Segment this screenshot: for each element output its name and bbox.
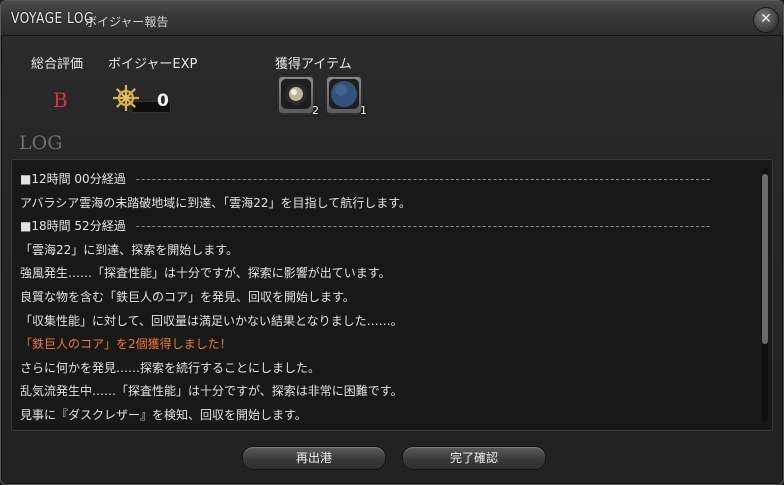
ship-wheel-icon — [113, 85, 139, 111]
title-bar[interactable]: VOYAGE LOG ボイジャー報告 ✕ — [1, 1, 783, 36]
finalize-button[interactable]: 完了確認 — [402, 446, 546, 470]
log-line-text: 「雲海22」に到達、探索を開始します。 — [20, 242, 239, 257]
item-slot-2[interactable]: 1 — [324, 74, 367, 117]
log-line: さらに何かを発見……探索を続行することにしました。 — [20, 357, 740, 381]
grade-label: 総合評価 — [31, 57, 84, 72]
exp-label: ボイジャーEXP — [108, 57, 198, 72]
blue-orb-item-icon — [331, 81, 357, 107]
close-icon: ✕ — [760, 11, 772, 27]
log-divider: ----------------------------------------… — [135, 172, 712, 186]
log-line: 「収集性能」に対して、回収量は満足いかない結果となりました……。 — [20, 310, 740, 334]
pearl-item-icon — [285, 83, 307, 105]
redeploy-button[interactable]: 再出港 — [242, 446, 386, 470]
log-line-text: 「鉄巨人のコア」を2個獲得しました！ — [20, 337, 232, 352]
log-panel[interactable]: ■12時間 00分経過 -----------------------------… — [11, 159, 773, 431]
log-line-text: 強風発生……「探査性能」は十分ですが、探索に影響が出ています。 — [20, 266, 391, 281]
grade-value: B — [53, 88, 68, 112]
log-scrollbar[interactable] — [762, 168, 768, 422]
item-slot-1[interactable]: 2 — [276, 74, 319, 117]
log-line: 乱気流発生中……「探査性能」は十分ですが、探索は非常に困難です。 — [20, 380, 740, 404]
log-line: 「鉄巨人のコア」を2個獲得しました！ — [20, 333, 740, 357]
item-slot-2-frame — [329, 79, 359, 109]
exp-value: 0 — [157, 91, 169, 111]
log-line: アバラシア雲海の未踏破地域に到達、「雲海22」を目指して航行します。 — [20, 192, 740, 216]
close-button[interactable]: ✕ — [753, 7, 779, 33]
log-line-text: ■18時間 52分経過 — [20, 219, 126, 234]
item-count-1: 2 — [312, 104, 319, 117]
log-scroll-thumb[interactable] — [762, 174, 768, 344]
log-lines: ■12時間 00分経過 -----------------------------… — [20, 168, 740, 428]
log-line: 強風発生……「探査性能」は十分ですが、探索に影響が出ています。 — [20, 262, 740, 286]
log-line-text: アバラシア雲海の未踏破地域に到達、「雲海22」を目指して航行します。 — [20, 195, 411, 210]
log-line-text: ■12時間 00分経過 — [20, 172, 126, 186]
log-time-header: ■18時間 52分経過 -----------------------------… — [20, 215, 740, 239]
items-label: 獲得アイテム — [275, 57, 352, 72]
voyage-log-window: VOYAGE LOG ボイジャー報告 ✕ 総合評価 B ボイジャーEXP 0 獲… — [0, 0, 784, 485]
log-line-text: 見事に『ダスクレザー』を検知、回収を開始します。 — [20, 407, 307, 422]
log-heading: LOG — [19, 132, 63, 154]
log-line-text: 「収集性能」に対して、回収量は満足いかない結果となりました……。 — [20, 313, 403, 328]
log-line: 見事に『ダスクレザー』を検知、回収を開始します。 — [20, 404, 740, 428]
log-line: 「雲海22」に到達、探索を開始します。 — [20, 239, 740, 263]
window-subtitle: ボイジャー報告 — [85, 15, 169, 29]
log-line: 良質な物を含む「鉄巨人のコア」を発見、回収を開始します。 — [20, 286, 740, 310]
log-time-header: ■12時間 00分経過 -----------------------------… — [20, 168, 740, 192]
log-line-text: 乱気流発生中……「探査性能」は十分ですが、探索は非常に困難です。 — [20, 384, 403, 399]
item-slot-1-frame — [281, 79, 311, 109]
item-count-2: 1 — [360, 104, 367, 117]
log-line-text: さらに何かを発見……探索を続行することにしました。 — [20, 360, 321, 375]
log-divider: ----------------------------------------… — [135, 219, 712, 234]
log-line-text: 良質な物を含む「鉄巨人のコア」を発見、回収を開始します。 — [20, 289, 355, 304]
window-title: VOYAGE LOG — [11, 9, 94, 27]
